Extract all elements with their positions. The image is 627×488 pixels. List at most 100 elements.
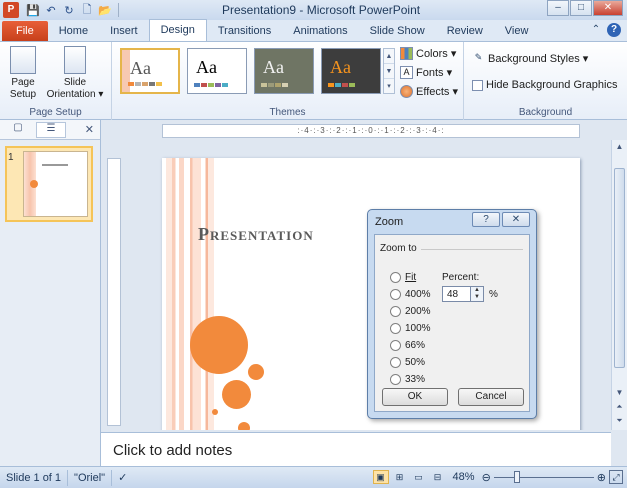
slide-decor-circle-large (190, 316, 248, 374)
tab-slide-show[interactable]: Slide Show (359, 21, 436, 41)
theme-thumb-colors (328, 83, 355, 87)
slide-show-icon[interactable]: ⊟ (430, 470, 446, 484)
slide-indicator: Slide 1 of 1 (0, 469, 69, 486)
tab-view[interactable]: View (494, 21, 540, 41)
outline-tab[interactable]: ☰ (36, 121, 66, 138)
quick-access-toolbar: 💾 ↶ ↻ 🗋 📂 (25, 2, 122, 18)
zoom-option-50[interactable]: 50% (390, 357, 425, 368)
tab-animations[interactable]: Animations (282, 21, 358, 41)
page-setup-button[interactable]: Page Setup (6, 46, 40, 101)
theme-effects-button[interactable]: Effects ▾ (400, 85, 458, 98)
slide-decor-stripes (166, 158, 226, 430)
radio-400[interactable] (390, 289, 401, 300)
radio-fit[interactable] (390, 272, 401, 283)
window-controls: – □ ✕ (546, 0, 623, 16)
next-slide-icon[interactable]: ⏷ (612, 414, 627, 428)
theme-thumb-oriel[interactable]: Aa (120, 48, 180, 94)
radio-100[interactable] (390, 323, 401, 334)
zoom-option-label: 33% (405, 374, 426, 385)
minimize-ribbon-icon[interactable]: ⌃ (589, 23, 603, 37)
close-window-button[interactable]: ✕ (593, 0, 623, 16)
radio-200[interactable] (390, 306, 401, 317)
vertical-ruler[interactable] (107, 158, 121, 426)
status-bar: Slide 1 of 1 "Oriel" ✓ ▣ ⊞ ▭ ⊟ 48% ⊖ ⊕ ⤢ (0, 466, 627, 488)
zoom-option-33[interactable]: 33% (390, 374, 425, 385)
reading-view-icon[interactable]: ▭ (411, 470, 427, 484)
dialog-help-button[interactable]: ? (472, 212, 500, 227)
zoom-option-400[interactable]: 400% (390, 289, 431, 300)
hide-background-graphics-box[interactable] (472, 79, 483, 91)
theme-fonts-label: Fonts ▾ (416, 67, 453, 79)
redo-icon[interactable]: ↻ (61, 2, 77, 18)
theme-thumb-office[interactable]: Aa (187, 48, 247, 94)
minimize-button[interactable]: – (547, 0, 569, 16)
theme-thumb-dark[interactable]: Aa (321, 48, 381, 94)
slide-decor-circle-small (248, 364, 264, 380)
zoom-in-icon[interactable]: ⊕ (597, 471, 606, 484)
hide-background-graphics-checkbox[interactable]: Hide Background Graphics (472, 79, 617, 91)
horizontal-ruler[interactable]: :·4·:·3·:·2·:·1·:·0·:·1·:·2·:·3·:·4·: (162, 124, 580, 138)
zoom-slider[interactable] (493, 470, 594, 484)
powerpoint-app-icon[interactable]: P (3, 2, 19, 18)
maximize-button[interactable]: □ (570, 0, 592, 16)
chevron-up-icon[interactable]: ▲ (384, 49, 394, 64)
slide-sorter-icon[interactable]: ⊞ (392, 470, 408, 484)
save-icon[interactable]: 💾 (25, 2, 41, 18)
help-icon[interactable]: ? (607, 23, 621, 37)
slide-decor-circle-medium (222, 380, 251, 409)
open-folder-icon[interactable]: 📂 (97, 2, 113, 18)
tab-design[interactable]: Design (148, 19, 207, 41)
theme-thumb-colors (128, 82, 162, 86)
zoom-option-fit[interactable]: Fit (390, 272, 416, 283)
zoom-out-icon[interactable]: ⊖ (482, 471, 491, 484)
tab-transitions[interactable]: Transitions (207, 21, 282, 41)
theme-colors-button[interactable]: Colors ▾ (400, 47, 456, 60)
zoom-option-100[interactable]: 100% (390, 323, 431, 334)
close-pane-icon[interactable]: ✕ (85, 123, 94, 136)
scrollbar-thumb[interactable] (614, 168, 625, 368)
undo-icon[interactable]: ↶ (43, 2, 59, 18)
themes-gallery-scroll[interactable]: ▲ ▼ ▾ (383, 48, 395, 94)
hide-background-graphics-label: Hide Background Graphics (486, 79, 618, 91)
radio-33[interactable] (390, 374, 401, 385)
dialog-close-button[interactable]: ✕ (502, 212, 530, 227)
notes-pane[interactable]: Click to add notes (101, 432, 611, 466)
radio-66[interactable] (390, 340, 401, 351)
new-document-icon[interactable]: 🗋 (79, 2, 95, 18)
zoom-option-200[interactable]: 200% (390, 306, 431, 317)
scroll-up-icon[interactable]: ▲ (612, 140, 627, 154)
chevron-down-icon[interactable]: ▼ (384, 64, 394, 79)
percent-label: Percent: (442, 272, 480, 283)
slide-orientation-button[interactable]: Slide Orientation ▾ (44, 46, 106, 101)
slide-thumbnail[interactable] (5, 146, 93, 222)
vertical-scrollbar[interactable]: ▲ ▼ ⏶ ⏷ (611, 140, 627, 430)
cancel-button[interactable]: Cancel (458, 388, 524, 406)
percent-spinner[interactable]: ▲ ▼ (470, 286, 484, 302)
zoom-slider-knob[interactable] (513, 471, 520, 483)
slide-thumbnail-content (23, 151, 88, 217)
gallery-more-icon[interactable]: ▾ (384, 79, 394, 94)
theme-thumb-gray[interactable]: Aa (254, 48, 314, 94)
radio-50[interactable] (390, 357, 401, 368)
ok-button[interactable]: OK (382, 388, 448, 406)
percent-unit: % (489, 289, 498, 300)
normal-view-icon[interactable]: ▣ (372, 470, 389, 484)
zoom-option-66[interactable]: 66% (390, 340, 425, 351)
fit-to-window-icon[interactable]: ⤢ (609, 470, 623, 484)
theme-thumb-text: Aa (330, 57, 351, 77)
tab-home[interactable]: Home (48, 21, 99, 41)
tab-file[interactable]: File (2, 21, 48, 41)
tab-insert[interactable]: Insert (99, 21, 149, 41)
zoom-percent[interactable]: 48% (453, 471, 475, 483)
tab-review[interactable]: Review (436, 21, 494, 41)
theme-fonts-button[interactable]: A Fonts ▾ (400, 66, 452, 79)
theme-colors-label: Colors ▾ (416, 48, 457, 60)
slide-title[interactable]: Presentation (198, 224, 314, 245)
previous-slide-icon[interactable]: ⏶ (612, 400, 627, 414)
zoom-dialog: Zoom ? ✕ Zoom to Fit 400% 200% 100% 66% (367, 209, 537, 419)
background-styles-button[interactable]: ✎ Background Styles ▾ (472, 52, 589, 65)
ribbon-tabs: File Home Insert Design Transitions Anim… (0, 19, 627, 42)
slides-tab[interactable]: ▢ (3, 122, 33, 138)
spell-check-icon[interactable]: ✓ (112, 470, 133, 486)
scroll-down-icon[interactable]: ▼ (612, 386, 627, 400)
